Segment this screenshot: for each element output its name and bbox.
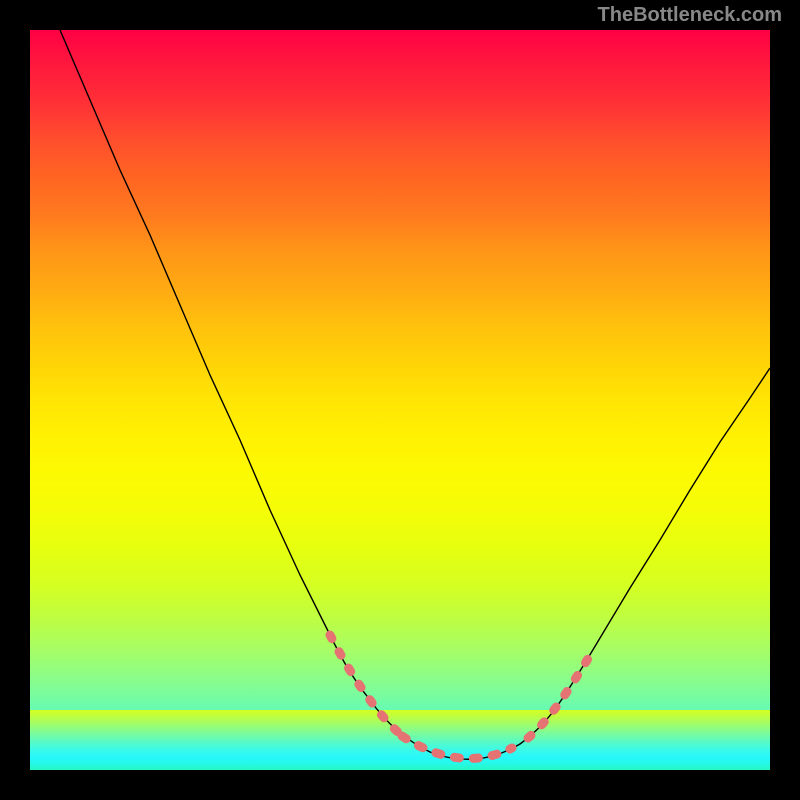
dotted-highlight-left — [330, 635, 400, 734]
watermark-text: TheBottleneck.com — [598, 4, 782, 27]
dotted-highlight-right — [528, 652, 592, 738]
bottleneck-curve — [60, 30, 770, 759]
dotted-highlight-bottom — [402, 736, 512, 759]
curve-svg — [30, 30, 770, 770]
plot-area — [30, 30, 770, 770]
